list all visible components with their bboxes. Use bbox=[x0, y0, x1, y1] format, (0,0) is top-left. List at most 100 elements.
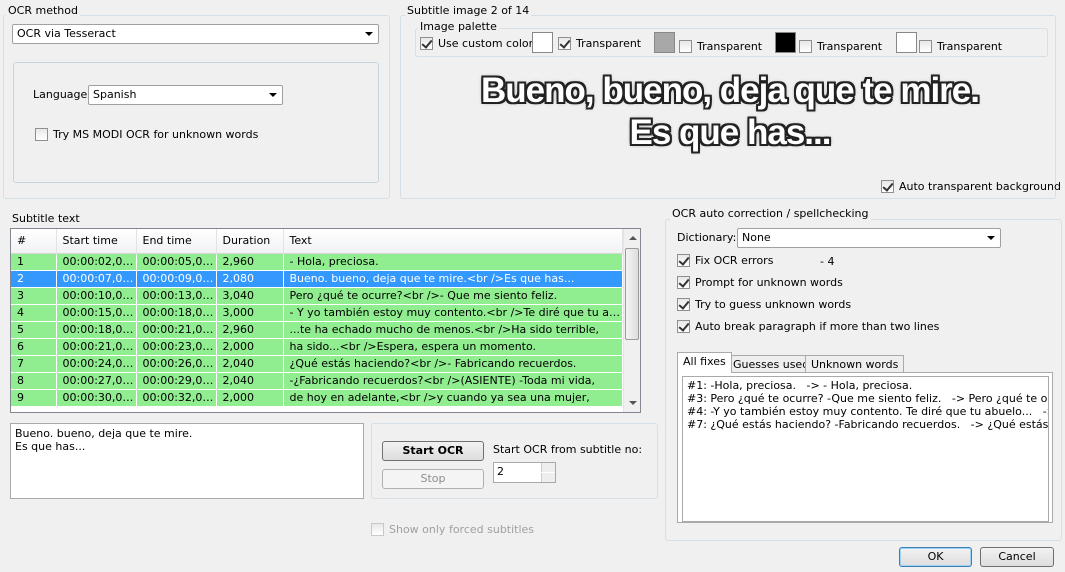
modi-label: Try MS MODI OCR for unknown words bbox=[53, 128, 259, 141]
table-row[interactable]: 2 00:00:07,000 00:00:09,080 2,080 Bueno. bue… bbox=[11, 270, 623, 288]
scrollbar-thumb[interactable] bbox=[625, 248, 639, 340]
table-row[interactable]: 1 00:00:02,040 00:00:05,000 2,960- Hola, pr… bbox=[11, 253, 623, 271]
cell-number: 7 bbox=[11, 355, 57, 373]
cell-end: 00:00:32,000 bbox=[136, 389, 217, 407]
chevron-down-icon bbox=[365, 32, 373, 36]
transparent-checkbox-4[interactable]: Transparent bbox=[919, 40, 1002, 53]
cell-duration: 2,040 bbox=[216, 355, 284, 373]
cancel-button[interactable]: Cancel bbox=[980, 547, 1054, 567]
ocr-method-title: OCR method bbox=[6, 4, 80, 17]
fix-ocr-errors-checkbox[interactable]: Fix OCR errors bbox=[677, 254, 773, 267]
palette-color-4[interactable] bbox=[896, 32, 917, 53]
cell-text: -¿Fabricando recuerdos?<br />(ASIENTE) -… bbox=[283, 372, 623, 390]
forced-subtitles-checkbox[interactable]: Show only forced subtitles bbox=[371, 523, 534, 536]
language-select[interactable]: Spanish bbox=[88, 85, 283, 105]
subtitle-image-line-1: Bueno, bueno, deja que te mire. bbox=[481, 71, 980, 110]
column-header-start[interactable]: Start time bbox=[56, 229, 137, 254]
cell-number: 3 bbox=[11, 287, 57, 305]
table-row[interactable]: 9 00:00:30,000 00:00:32,000 2,000 de hoy en … bbox=[11, 389, 623, 407]
subtitle-table: # Start time End time Duration Text 1 00:… bbox=[10, 228, 641, 413]
cell-duration: 2,000 bbox=[216, 338, 284, 356]
transparent-checkbox-3[interactable]: Transparent bbox=[799, 40, 882, 53]
table-row[interactable]: 3 00:00:10,040 00:00:13,080 3,040 Pero ¿qué … bbox=[11, 287, 623, 305]
palette-color-3[interactable] bbox=[775, 32, 796, 53]
use-custom-colors-checkbox[interactable]: Use custom colors bbox=[420, 37, 539, 50]
transparent-checkbox-1[interactable]: Transparent bbox=[558, 37, 641, 50]
cell-duration: 2,960 bbox=[216, 321, 284, 339]
cell-text: Pero ¿qué te ocurre?<br />- Que me sient… bbox=[283, 287, 623, 305]
dictionary-value: None bbox=[742, 231, 771, 244]
subtitle-image-line-2: Es que has... bbox=[629, 113, 832, 152]
cell-duration: 2,080 bbox=[216, 270, 284, 288]
column-header-end[interactable]: End time bbox=[136, 229, 217, 254]
column-header-duration[interactable]: Duration bbox=[216, 229, 284, 254]
checkbox-box bbox=[35, 128, 48, 141]
dictionary-select[interactable]: None bbox=[737, 228, 1001, 248]
column-header-text[interactable]: Text bbox=[283, 229, 623, 254]
checkbox-box bbox=[881, 180, 894, 193]
checkbox-box bbox=[919, 40, 932, 53]
checkbox-box bbox=[420, 37, 433, 50]
language-value: Spanish bbox=[93, 88, 137, 101]
dictionary-label: Dictionary: bbox=[677, 231, 737, 244]
auto-transparent-label: Auto transparent background bbox=[899, 180, 1061, 193]
tab-guesses-used[interactable]: Guesses used bbox=[727, 355, 816, 373]
cell-number: 2 bbox=[11, 270, 57, 288]
checkbox-box bbox=[677, 254, 690, 267]
cell-text: - Hola, preciosa. bbox=[283, 253, 623, 271]
checkbox-box bbox=[799, 40, 812, 53]
cell-duration: 2,040 bbox=[216, 372, 284, 390]
ok-button[interactable]: OK bbox=[899, 547, 972, 567]
cell-duration: 2,000 bbox=[216, 389, 284, 407]
cell-number: 8 bbox=[11, 372, 57, 390]
subtitle-text-title: Subtitle text bbox=[12, 212, 80, 225]
guess-unknown-checkbox[interactable]: Try to guess unknown words bbox=[677, 298, 851, 311]
checkbox-box bbox=[677, 298, 690, 311]
prompt-unknown-checkbox[interactable]: Prompt for unknown words bbox=[677, 276, 843, 289]
start-from-label: Start OCR from subtitle no: bbox=[493, 443, 643, 456]
cell-text: ...te ha echado mucho de menos.<br />Ha … bbox=[283, 321, 623, 339]
vertical-scrollbar[interactable] bbox=[623, 229, 640, 412]
table-row[interactable]: 6 00:00:21,040 00:00:23,040 2,000 ha sido...… bbox=[11, 338, 623, 356]
cell-end: 00:00:26,040 bbox=[136, 355, 217, 373]
table-row[interactable]: 5 00:00:18,040 00:00:21,000 2,960 ...te ha e… bbox=[11, 321, 623, 339]
cell-start: 00:00:30,000 bbox=[56, 389, 137, 407]
current-text-box[interactable]: Bueno. bueno, deja que te mire. Es que h… bbox=[10, 423, 364, 499]
chevron-down-icon bbox=[269, 93, 277, 97]
stop-button[interactable]: Stop bbox=[382, 469, 484, 489]
tab-unknown-words[interactable]: Unknown words bbox=[805, 355, 905, 373]
table-row[interactable]: 7 00:00:24,000 00:00:26,040 2,040 ¿Qué estás… bbox=[11, 355, 623, 373]
start-from-spinner[interactable]: 2 bbox=[493, 462, 556, 483]
palette-color-2[interactable] bbox=[654, 32, 675, 53]
start-from-value: 2 bbox=[497, 465, 504, 478]
table-row[interactable]: 8 00:00:27,000 00:00:29,040 2,040 -¿Fabrican… bbox=[11, 372, 623, 390]
cell-text: ¿Qué estás haciendo?<br />- Fabricando r… bbox=[283, 355, 623, 373]
cell-duration: 2,960 bbox=[216, 253, 284, 271]
spinner-down-icon[interactable] bbox=[541, 473, 555, 482]
ocr-method-select[interactable]: OCR via Tesseract bbox=[12, 24, 379, 44]
subtitle-image-title: Subtitle image 2 of 14 bbox=[405, 4, 532, 17]
cell-end: 00:00:13,080 bbox=[136, 287, 217, 305]
column-header-number[interactable]: # bbox=[11, 229, 57, 254]
checkbox-box bbox=[371, 523, 384, 536]
table-row[interactable]: 4 00:00:15,000 00:00:18,000 3,000- Y yo tam… bbox=[11, 304, 623, 322]
fix-ocr-errors-label: Fix OCR errors bbox=[695, 254, 774, 267]
transparent-checkbox-2[interactable]: Transparent bbox=[679, 40, 762, 53]
cell-start: 00:00:15,000 bbox=[56, 304, 137, 322]
transparent-label: Transparent bbox=[817, 40, 883, 53]
checkbox-box bbox=[558, 37, 571, 50]
spinner-up-icon[interactable] bbox=[541, 463, 555, 472]
use-custom-colors-label: Use custom colors bbox=[438, 37, 539, 50]
cell-number: 6 bbox=[11, 338, 57, 356]
image-palette-title: Image palette bbox=[418, 20, 499, 33]
auto-transparent-checkbox[interactable]: Auto transparent background bbox=[881, 180, 1061, 193]
start-ocr-button[interactable]: Start OCR bbox=[382, 441, 484, 461]
palette-color-1[interactable] bbox=[532, 32, 553, 53]
fix-count: - 4 bbox=[820, 255, 835, 268]
cell-end: 00:00:18,000 bbox=[136, 304, 217, 322]
modi-checkbox[interactable]: Try MS MODI OCR for unknown words bbox=[35, 128, 258, 141]
tab-all-fixes[interactable]: All fixes bbox=[677, 352, 732, 373]
auto-break-checkbox[interactable]: Auto break paragraph if more than two li… bbox=[677, 320, 939, 333]
fixes-list[interactable]: #1: -Hola, preciosa. -> - Hola, preciosa… bbox=[682, 376, 1049, 522]
cell-number: 5 bbox=[11, 321, 57, 339]
